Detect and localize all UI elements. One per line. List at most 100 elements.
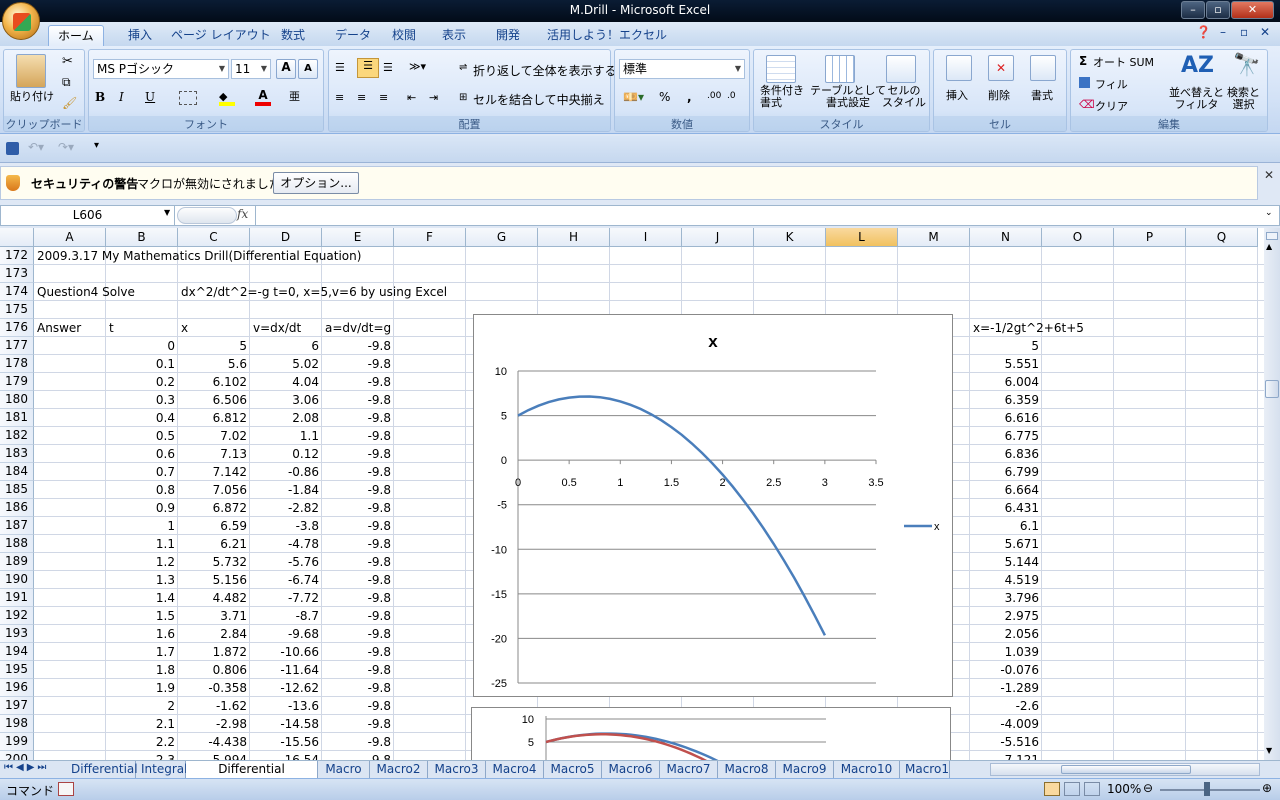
cell-D[interactable]: -0.86 xyxy=(250,463,322,481)
row-header[interactable]: 190 xyxy=(0,571,34,589)
cell-N[interactable]: 6.431 xyxy=(970,499,1042,517)
column-header[interactable]: B xyxy=(106,228,178,247)
cell-C[interactable]: 2.84 xyxy=(178,625,250,643)
cell-C[interactable]: -0.358 xyxy=(178,679,250,697)
cell-E[interactable]: -9.8 xyxy=(322,409,394,427)
cell-N[interactable]: 6.1 xyxy=(970,517,1042,535)
row-header[interactable]: 191 xyxy=(0,589,34,607)
column-header[interactable]: G xyxy=(466,228,538,247)
cell-E[interactable]: -9.8 xyxy=(322,625,394,643)
autosum-button[interactable]: オート SUM xyxy=(1093,54,1154,70)
cell-E[interactable]: -9.8 xyxy=(322,499,394,517)
cell-C[interactable]: 5.6 xyxy=(178,355,250,373)
cell-C[interactable]: 5 xyxy=(178,337,250,355)
align-right-icon[interactable]: ≡ xyxy=(379,91,388,104)
wb-restore-icon[interactable]: ▫ xyxy=(1240,25,1248,39)
cell-N[interactable]: 5.144 xyxy=(970,553,1042,571)
row-header[interactable]: 177 xyxy=(0,337,34,355)
cell-E[interactable]: -9.8 xyxy=(322,571,394,589)
row-header[interactable]: 180 xyxy=(0,391,34,409)
row-header[interactable]: 183 xyxy=(0,445,34,463)
row-header[interactable]: 179 xyxy=(0,373,34,391)
zoom-out-icon[interactable]: ⊖ xyxy=(1143,781,1153,795)
cell-E[interactable]: -9.8 xyxy=(322,373,394,391)
cut-icon[interactable]: ✂ xyxy=(62,54,73,69)
currency-icon[interactable]: 💴▾ xyxy=(623,90,644,104)
cell-C[interactable]: 7.02 xyxy=(178,427,250,445)
cell-styles-button[interactable]: セルの スタイル xyxy=(882,85,926,109)
vertical-scrollbar[interactable]: ▲ ▼ xyxy=(1264,228,1280,760)
increase-decimal-icon[interactable]: .00 xyxy=(707,91,721,101)
cell-N[interactable]: 2.975 xyxy=(970,607,1042,625)
maximize-button[interactable]: ▫ xyxy=(1206,1,1230,19)
row-header[interactable]: 186 xyxy=(0,499,34,517)
sheet-tab[interactable]: Macro4 xyxy=(486,761,544,778)
cell-E[interactable]: -9.8 xyxy=(322,607,394,625)
find-select-button[interactable]: 検索と 選択 xyxy=(1227,87,1260,111)
worksheet-grid[interactable]: A B C D E F G H I J K L M N O P Q 172 2009.3.17 My Mathema… xyxy=(0,228,1264,760)
cell-B[interactable]: 1.4 xyxy=(106,589,178,607)
column-header[interactable]: F xyxy=(394,228,466,247)
decrease-decimal-icon[interactable]: .0 xyxy=(727,91,736,101)
cell-E[interactable]: a=dv/dt=g xyxy=(322,319,394,337)
cell-C[interactable]: 6.506 xyxy=(178,391,250,409)
sheet-tab[interactable]: Macro9 xyxy=(776,761,834,778)
cell-E[interactable]: -9.8 xyxy=(322,553,394,571)
row-header[interactable]: 184 xyxy=(0,463,34,481)
row-header[interactable]: 192 xyxy=(0,607,34,625)
column-header[interactable]: D xyxy=(250,228,322,247)
column-header[interactable]: H xyxy=(538,228,610,247)
column-header[interactable]: Q xyxy=(1186,228,1258,247)
split-box[interactable] xyxy=(1266,232,1278,240)
cell-D[interactable]: -14.58 xyxy=(250,715,322,733)
cell-B[interactable]: 1.2 xyxy=(106,553,178,571)
cell-B[interactable]: 0 xyxy=(106,337,178,355)
scroll-up-icon[interactable]: ▲ xyxy=(1266,242,1272,251)
align-top-icon[interactable]: ☰ xyxy=(335,61,345,74)
cell-B[interactable]: 2.3 xyxy=(106,751,178,760)
cell-E[interactable]: -9.8 xyxy=(322,517,394,535)
bold-button[interactable]: B xyxy=(95,90,105,104)
security-bar-close-icon[interactable]: ✕ xyxy=(1264,168,1274,182)
security-options-button[interactable]: オプション... xyxy=(273,172,359,194)
cell-N[interactable]: x=-1/2gt^2+6t+5 xyxy=(970,319,1087,337)
cell-B[interactable]: 2 xyxy=(106,697,178,715)
cell-C[interactable]: 6.21 xyxy=(178,535,250,553)
percent-button[interactable]: % xyxy=(659,90,670,104)
cell-C[interactable]: 5.156 xyxy=(178,571,250,589)
column-header[interactable]: K xyxy=(754,228,826,247)
cell-N[interactable]: 3.796 xyxy=(970,589,1042,607)
cell-B[interactable]: 0.5 xyxy=(106,427,178,445)
cell-N[interactable]: 6.004 xyxy=(970,373,1042,391)
cell-D[interactable]: -16.54 xyxy=(250,751,322,760)
sheet-tab[interactable]: Macro7 xyxy=(660,761,718,778)
customize-qat-icon[interactable]: ▾ xyxy=(94,140,99,151)
column-header[interactable]: A xyxy=(34,228,106,247)
sheet-tab[interactable]: Macro xyxy=(318,761,370,778)
cell-E[interactable]: -9.8 xyxy=(322,589,394,607)
decrease-indent-icon[interactable]: ⇤ xyxy=(407,91,416,104)
cell-C[interactable]: 1.872 xyxy=(178,643,250,661)
row-header[interactable]: 174 xyxy=(0,283,34,301)
cell-C[interactable]: 6.59 xyxy=(178,517,250,535)
ribbon-tab[interactable]: 数式 xyxy=(272,25,314,46)
cell-E[interactable]: -9.8 xyxy=(322,481,394,499)
font-color-icon[interactable]: A xyxy=(255,88,271,106)
zoom-slider[interactable] xyxy=(1160,789,1260,791)
row-header[interactable]: 178 xyxy=(0,355,34,373)
shrink-font-icon[interactable]: A xyxy=(298,59,318,79)
cell-D[interactable]: -9.68 xyxy=(250,625,322,643)
ribbon-tab[interactable]: データ xyxy=(326,25,380,46)
cell-B[interactable]: t xyxy=(106,319,117,337)
cell-C[interactable]: 6.102 xyxy=(178,373,250,391)
column-header[interactable]: E xyxy=(322,228,394,247)
row-header[interactable]: 200 xyxy=(0,751,34,760)
column-header[interactable]: I xyxy=(610,228,682,247)
sheet-tab[interactable]: Macro1 xyxy=(900,761,950,778)
align-left-icon[interactable]: ≡ xyxy=(335,91,344,104)
select-all-corner[interactable] xyxy=(0,228,34,247)
cell-C[interactable]: -4.438 xyxy=(178,733,250,751)
cell-C[interactable]: 6.812 xyxy=(178,409,250,427)
sheet-tab[interactable]: Macro3 xyxy=(428,761,486,778)
cell-B[interactable]: 1.8 xyxy=(106,661,178,679)
